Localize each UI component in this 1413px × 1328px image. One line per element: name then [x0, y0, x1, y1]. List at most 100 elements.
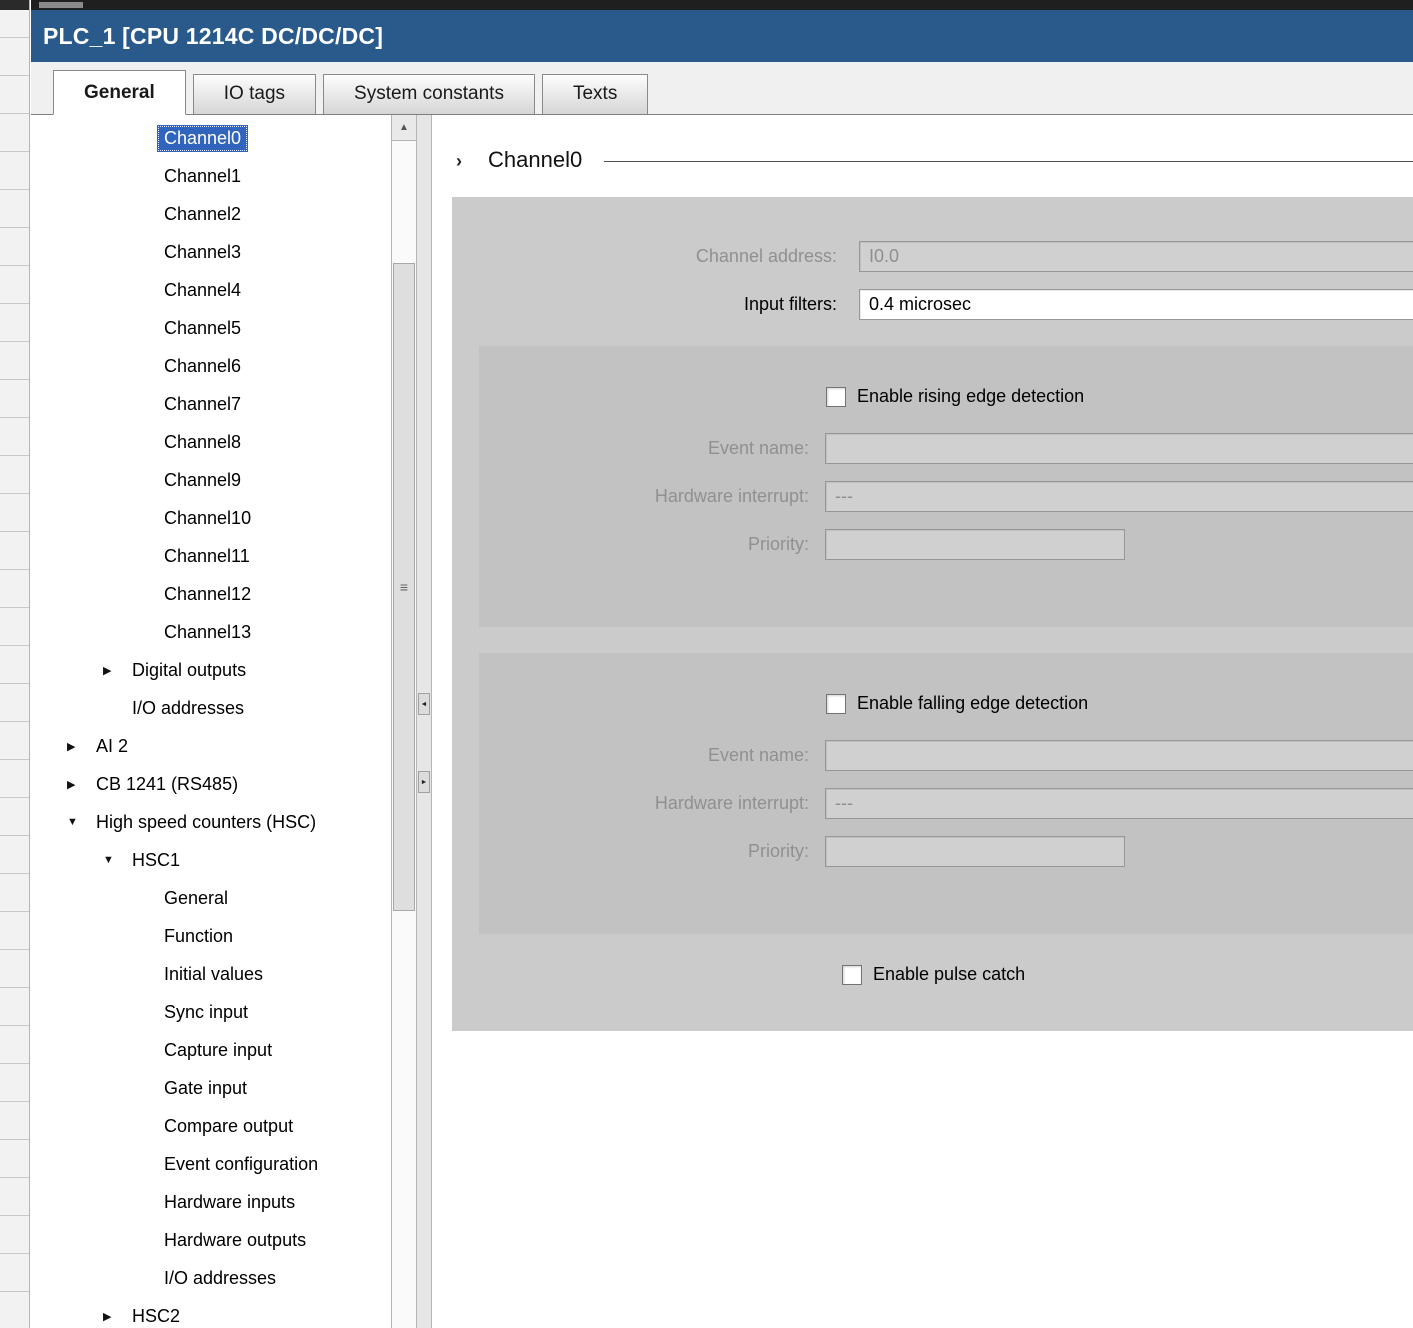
input-filters-label: Input filters: [452, 294, 837, 315]
enable-falling-edge-label: Enable falling edge detection [857, 693, 1088, 714]
nav-item-digital-outputs[interactable]: ▶ Digital outputs [31, 651, 391, 689]
tab-io-tags[interactable]: IO tags [193, 74, 316, 114]
expand-arrow-icon: ▶ [67, 740, 89, 753]
nav-item-channel8[interactable]: Channel8 [31, 423, 391, 461]
nav-item-initial-values[interactable]: Initial values [31, 955, 391, 993]
thumb-grip-icon: ≡ [400, 579, 408, 595]
expand-arrow-icon: ▶ [103, 664, 125, 677]
nav-item-channel9[interactable]: Channel9 [31, 461, 391, 499]
falling-priority-input [825, 836, 1125, 867]
nav-item-channel11[interactable]: Channel11 [31, 537, 391, 575]
collapse-arrow-icon: ▼ [103, 854, 125, 866]
left-gutter [0, 0, 30, 1328]
nav-item-capture-input[interactable]: Capture input [31, 1031, 391, 1069]
nav-item-function[interactable]: Function [31, 917, 391, 955]
falling-hardware-interrupt-label: Hardware interrupt: [479, 793, 809, 814]
rising-priority-row: Priority: [479, 529, 1413, 560]
falling-priority-label: Priority: [479, 841, 809, 862]
channel-settings-panel: Channel address: Input filters: Enable r… [452, 197, 1413, 1031]
falling-event-name-label: Event name: [479, 745, 809, 766]
scrollbar-thumb[interactable]: ≡ [393, 263, 415, 911]
nav-item-channel2[interactable]: Channel2 [31, 195, 391, 233]
nav-item-hsc1[interactable]: ▼ HSC1 [31, 841, 391, 879]
rising-hardware-interrupt-input [825, 481, 1413, 512]
channel-address-input [859, 241, 1413, 272]
nav-item-channel6[interactable]: Channel6 [31, 347, 391, 385]
nav-item-channel10[interactable]: Channel10 [31, 499, 391, 537]
section-rule [604, 161, 1413, 162]
section-collapse-arrow-icon[interactable]: › [456, 151, 462, 172]
tab-general[interactable]: General [53, 70, 186, 115]
section-title: Channel0 [488, 147, 582, 173]
window-top-strip [31, 0, 1413, 10]
pane-splitter[interactable]: ◄ ► [417, 115, 432, 1328]
nav-item-hardware-outputs[interactable]: Hardware outputs [31, 1221, 391, 1259]
expand-arrow-icon: ▶ [103, 1310, 125, 1323]
falling-edge-check-row: Enable falling edge detection [826, 693, 1413, 714]
scroll-up-button[interactable]: ▲ [392, 115, 416, 141]
input-filters-row: Input filters: [452, 289, 1413, 320]
rising-hardware-interrupt-label: Hardware interrupt: [479, 486, 809, 507]
nav-item-general[interactable]: General [31, 879, 391, 917]
nav-item-event-configuration[interactable]: Event configuration [31, 1145, 391, 1183]
collapse-left-icon: ◄ [421, 701, 428, 708]
nav-item-gate-input[interactable]: Gate input [31, 1069, 391, 1107]
nav-item-cb-1241-rs485-[interactable]: ▶ CB 1241 (RS485) [31, 765, 391, 803]
falling-edge-section: Enable falling edge detection Event name… [479, 653, 1413, 934]
enable-rising-edge-checkbox[interactable] [826, 387, 846, 407]
scroll-up-icon: ▲ [399, 122, 409, 133]
enable-pulse-catch-label: Enable pulse catch [873, 964, 1025, 985]
rising-event-name-input [825, 433, 1413, 464]
section-header: › Channel0 [456, 147, 1413, 173]
properties-dialog: PLC_1 [CPU 1214C DC/DC/DC] GeneralIO tag… [31, 0, 1413, 1328]
nav-item-channel7[interactable]: Channel7 [31, 385, 391, 423]
plc-properties-window: PLC_1 [CPU 1214C DC/DC/DC] GeneralIO tag… [0, 0, 1413, 1328]
expand-right-button[interactable]: ► [418, 771, 430, 793]
rising-priority-input [825, 529, 1125, 560]
collapse-left-button[interactable]: ◄ [418, 693, 430, 715]
nav-item-channel12[interactable]: Channel12 [31, 575, 391, 613]
nav-item-sync-input[interactable]: Sync input [31, 993, 391, 1031]
enable-rising-edge-label: Enable rising edge detection [857, 386, 1084, 407]
rising-edge-section: Enable rising edge detection Event name:… [479, 346, 1413, 627]
rising-priority-label: Priority: [479, 534, 809, 555]
nav-scrollbar[interactable]: ▲ ≡ [391, 115, 417, 1328]
rising-event-name-label: Event name: [479, 438, 809, 459]
nav-item-channel1[interactable]: Channel1 [31, 157, 391, 195]
nav-item-compare-output[interactable]: Compare output [31, 1107, 391, 1145]
window-title: PLC_1 [CPU 1214C DC/DC/DC] [31, 10, 1413, 62]
falling-event-name-row: Event name: [479, 740, 1413, 771]
channel-address-row: Channel address: [452, 241, 1413, 272]
nav-item-channel5[interactable]: Channel5 [31, 309, 391, 347]
left-gutter-top [0, 0, 29, 10]
rising-edge-check-row: Enable rising edge detection [826, 386, 1413, 407]
falling-event-name-input [825, 740, 1413, 771]
nav-item-high-speed-counters-hsc-[interactable]: ▼ High speed counters (HSC) [31, 803, 391, 841]
enable-pulse-catch-checkbox[interactable] [842, 965, 862, 985]
expand-right-icon: ► [421, 779, 428, 786]
window-top-segment [39, 2, 83, 8]
main-pane: › Channel0 Channel address: Input filter… [432, 115, 1413, 1328]
pulse-catch-row: Enable pulse catch [842, 964, 1413, 985]
nav-item-hardware-inputs[interactable]: Hardware inputs [31, 1183, 391, 1221]
channel-address-label: Channel address: [452, 246, 837, 267]
nav-item-i-o-addresses[interactable]: I/O addresses [31, 689, 391, 727]
falling-hardware-interrupt-row: Hardware interrupt: [479, 788, 1413, 819]
rising-hardware-interrupt-row: Hardware interrupt: [479, 481, 1413, 512]
input-filters-select[interactable] [859, 289, 1413, 320]
dialog-body: Channel0 Channel1 Channel2 Channel3 Chan… [31, 115, 1413, 1328]
expand-arrow-icon: ▶ [67, 778, 89, 791]
nav-item-channel13[interactable]: Channel13 [31, 613, 391, 651]
tab-system-constants[interactable]: System constants [323, 74, 535, 114]
nav-item-channel0[interactable]: Channel0 [31, 119, 391, 157]
collapse-arrow-icon: ▼ [67, 816, 89, 828]
nav-item-i-o-addresses[interactable]: I/O addresses [31, 1259, 391, 1297]
enable-falling-edge-checkbox[interactable] [826, 694, 846, 714]
nav-item-channel4[interactable]: Channel4 [31, 271, 391, 309]
nav-item-ai-2[interactable]: ▶ AI 2 [31, 727, 391, 765]
nav-item-channel3[interactable]: Channel3 [31, 233, 391, 271]
nav-item-hsc2[interactable]: ▶ HSC2 [31, 1297, 391, 1328]
tab-texts[interactable]: Texts [542, 74, 648, 114]
tab-bar: GeneralIO tagsSystem constantsTexts [31, 62, 1413, 115]
nav-tree: Channel0 Channel1 Channel2 Channel3 Chan… [31, 115, 391, 1328]
